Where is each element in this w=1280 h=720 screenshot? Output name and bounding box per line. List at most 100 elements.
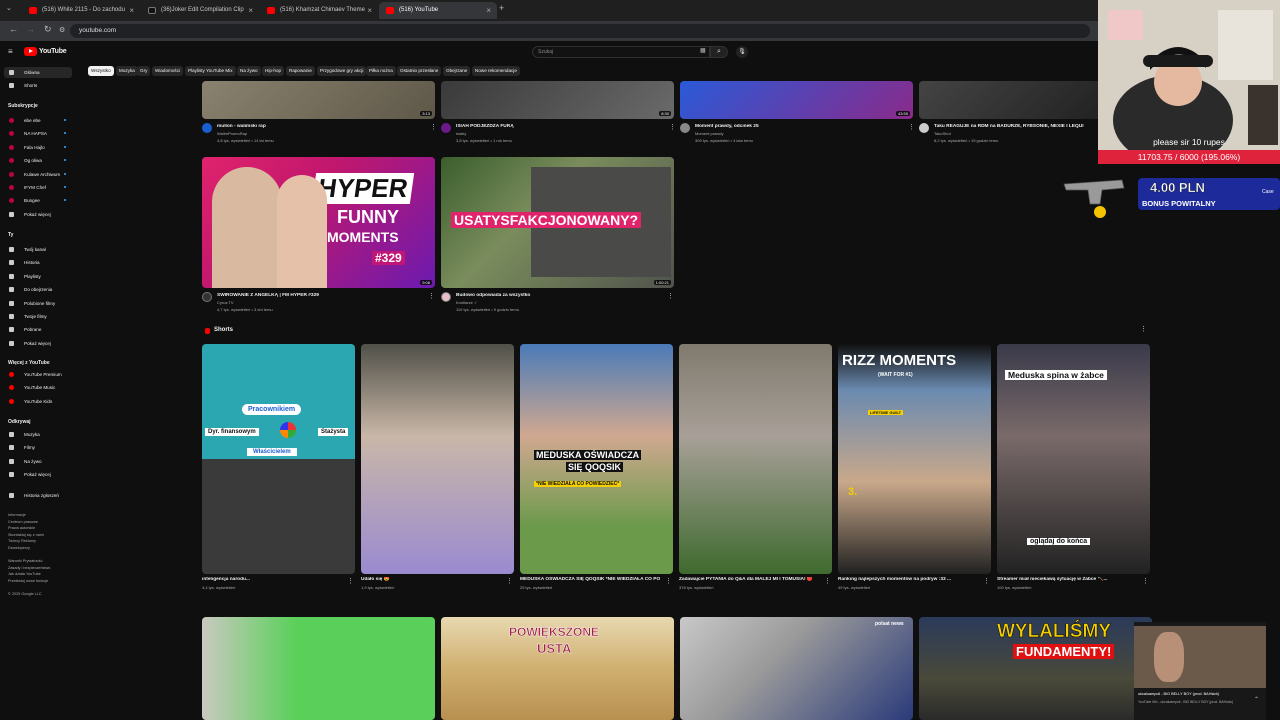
video-thumbnail[interactable]: POWIĘKSZONE USTA (441, 617, 674, 720)
sidebar-explore-0[interactable]: Muzyka (4, 429, 72, 440)
more-options-icon[interactable]: ⋮ (983, 578, 990, 585)
footer-link-1[interactable]: Centrum prasowe (8, 519, 38, 526)
chip-3[interactable]: Wiadomości (152, 66, 184, 76)
video-thumbnail[interactable]: USATYSFAKCJONOWANY? 1:00:21 (441, 157, 674, 288)
more-options-icon[interactable]: ⋮ (1142, 578, 1149, 585)
sidebar-you-0[interactable]: Twój kanał (4, 244, 72, 255)
sidebar-sub-2[interactable]: Fala Hajlo (4, 142, 72, 153)
chip-4[interactable]: Playlisty YouTube Mix (185, 66, 236, 76)
shorts-menu-icon[interactable]: ⋮ (1140, 326, 1147, 333)
footer-link-12[interactable]: © 2025 Google LLC (8, 591, 42, 598)
tab-2[interactable]: (36)Joker Edit Compilation Clip × (141, 2, 259, 19)
short-title[interactable]: Ranking najlepszych momentów na podryw :… (838, 577, 978, 582)
chip-11[interactable]: Obejrzane (443, 66, 471, 76)
sidebar-sub-5[interactable]: IFYM Chef (4, 182, 72, 193)
footer-link-5[interactable]: Deweloperzy (8, 545, 30, 552)
short-thumbnail[interactable]: RIZZ MOMENTS (WAIT FOR #1) LIFETIME GUILT 3… (838, 344, 991, 574)
more-options-icon[interactable]: ⋮ (428, 293, 435, 300)
sidebar-explore-1[interactable]: Filmy (4, 442, 72, 453)
chip-6[interactable]: Hip-hop (262, 66, 285, 76)
keyboard-icon[interactable]: ▦ (700, 47, 706, 54)
more-options-icon[interactable]: ⋮ (667, 293, 674, 300)
tab-search-icon[interactable]: ⌄ (6, 4, 12, 12)
sidebar-you-1[interactable]: Historia (4, 257, 72, 268)
sidebar-you-5[interactable]: Twoje filmy (4, 311, 72, 322)
sidebar-home[interactable]: Główna (4, 67, 72, 78)
search-button[interactable]: ⌕ (710, 46, 728, 58)
video-title[interactable]: mullon - walimski rap (217, 124, 427, 129)
mini-player[interactable]: ukcaluampoil - BIG BELLY BOY (prod. BAHs… (1134, 622, 1266, 720)
close-icon[interactable]: × (367, 2, 372, 19)
more-options-icon[interactable]: ⋮ (430, 124, 437, 131)
more-options-icon[interactable]: ⋮ (908, 124, 915, 131)
more-options-icon[interactable]: ⋮ (665, 578, 672, 585)
video-thumbnail[interactable]: 3:13 (202, 81, 435, 119)
video-thumbnail[interactable]: HYPER FUNNY MOMENTS #329 9:06 (202, 157, 435, 288)
more-options-icon[interactable]: ⋮ (824, 578, 831, 585)
footer-link-7[interactable]: Warunki Prywatność (8, 558, 42, 565)
video-thumbnail[interactable]: 43:55 (680, 81, 913, 119)
sidebar-sub-0[interactable]: ebe ebe (4, 115, 72, 126)
short-title[interactable]: Zadawajcie PYTANIA do Q&A dla MALEJ MI I… (679, 577, 819, 582)
sidebar-sub-7[interactable]: Pokaż więcej (4, 209, 72, 220)
close-icon[interactable]: × (248, 2, 253, 19)
youtube-logo-text[interactable]: YouTube (39, 48, 67, 55)
video-title[interactable]: ŚWIROWANIE Z ANGELKĄ | FM HYPER #329 (217, 293, 427, 298)
close-icon[interactable]: × (486, 2, 491, 19)
channel-avatar[interactable] (919, 123, 929, 133)
close-icon[interactable]: × (129, 2, 134, 19)
footer-link-10[interactable]: Przetestuj nowe funkcje (8, 578, 48, 585)
short-thumbnail[interactable]: Meduska spina w żabce oglądaj do końca (997, 344, 1150, 574)
short-title[interactable]: Udało się 😍 (361, 577, 501, 582)
short-thumbnail[interactable] (679, 344, 832, 574)
more-options-icon[interactable]: ⋮ (669, 124, 676, 131)
short-thumbnail[interactable] (361, 344, 514, 574)
video-thumbnail[interactable]: WYLALIŚMY FUNDAMENTY! (919, 617, 1152, 720)
sidebar-you-7[interactable]: Pokaż więcej (4, 338, 72, 349)
sidebar-report-history[interactable]: Historia zgłoszeń (4, 490, 72, 501)
footer-link-4[interactable]: Twórcy Reklamy (8, 538, 36, 545)
search-input[interactable]: Szukaj (532, 46, 710, 58)
sidebar-shorts[interactable]: Shorts (4, 80, 72, 91)
video-title[interactable]: Moment prawdy, odcinek 25 (695, 124, 905, 129)
sidebar-explore-3[interactable]: Pokaż więcej (4, 469, 72, 480)
sidebar-more-2[interactable]: YouTube Kids (4, 396, 72, 407)
chip-5[interactable]: Na żywo (237, 66, 261, 76)
short-thumbnail[interactable]: Pracownikiem Dyr. finansowym Stażysta Właśc… (202, 344, 355, 574)
channel-avatar[interactable] (202, 292, 212, 302)
sidebar-you-6[interactable]: Pobrane (4, 324, 72, 335)
video-thumbnail[interactable] (202, 617, 435, 720)
chip-12[interactable]: Nowe rekomendacje (472, 66, 520, 76)
footer-link-3[interactable]: Skontaktuj się z nami (8, 532, 44, 539)
chip-10[interactable]: Ostatnio przesłane (397, 66, 442, 76)
short-thumbnail[interactable]: MEDUSKA OŚWIADCZA SIĘ QOQSIK *NIE WIEDZIAŁ… (520, 344, 673, 574)
reload-icon[interactable]: ↻ (44, 24, 52, 35)
sidebar-sub-3[interactable]: Og oliwa (4, 155, 72, 166)
sidebar-explore-2[interactable]: Na żywo (4, 456, 72, 467)
chip-2[interactable]: Gry (137, 66, 151, 76)
chip-7[interactable]: Rapowanie (286, 66, 315, 76)
chip-8[interactable]: Przygodowe gry akcji (317, 66, 367, 76)
back-icon[interactable]: ← (9, 24, 18, 34)
channel-avatar[interactable] (202, 123, 212, 133)
chip-0[interactable]: Wszystko (88, 66, 114, 76)
video-title[interactable]: ISIAH PODJEŻDŻA FURĄ (456, 124, 666, 129)
video-thumbnail[interactable]: polsat news (680, 617, 913, 720)
short-title[interactable]: Streamer miał nieciekawą sytuację w Żabc… (997, 577, 1137, 582)
footer-link-2[interactable]: Prawa autorskie (8, 525, 35, 532)
video-thumbnail[interactable]: 8:30 (441, 81, 674, 119)
channel-avatar[interactable] (680, 123, 690, 133)
chip-1[interactable]: Muzyka (116, 66, 138, 76)
tab-1[interactable]: (516) White 2115 - Do zachodu × (22, 2, 140, 19)
subscriptions-heading[interactable]: Subskrypcje (8, 103, 38, 109)
sidebar-you-4[interactable]: Polubione filmy (4, 298, 72, 309)
footer-link-9[interactable]: Jak działa YouTube (8, 571, 41, 578)
tab-3[interactable]: (516) Khamzat Chimaev Theme × (260, 2, 378, 19)
sidebar-more-1[interactable]: YouTube Music (4, 382, 72, 393)
url-field[interactable]: youtube.com (70, 24, 1090, 38)
mic-icon[interactable]: 🎙 (736, 46, 748, 58)
more-options-icon[interactable]: ⋮ (347, 578, 354, 585)
short-title[interactable]: MEDUSKA OŚWIADCZA SIĘ QOQSIK *NIE WIEDZI… (520, 577, 660, 582)
sidebar-you-3[interactable]: Do obejrzenia (4, 284, 72, 295)
sidebar-you-2[interactable]: Playlisty (4, 271, 72, 282)
